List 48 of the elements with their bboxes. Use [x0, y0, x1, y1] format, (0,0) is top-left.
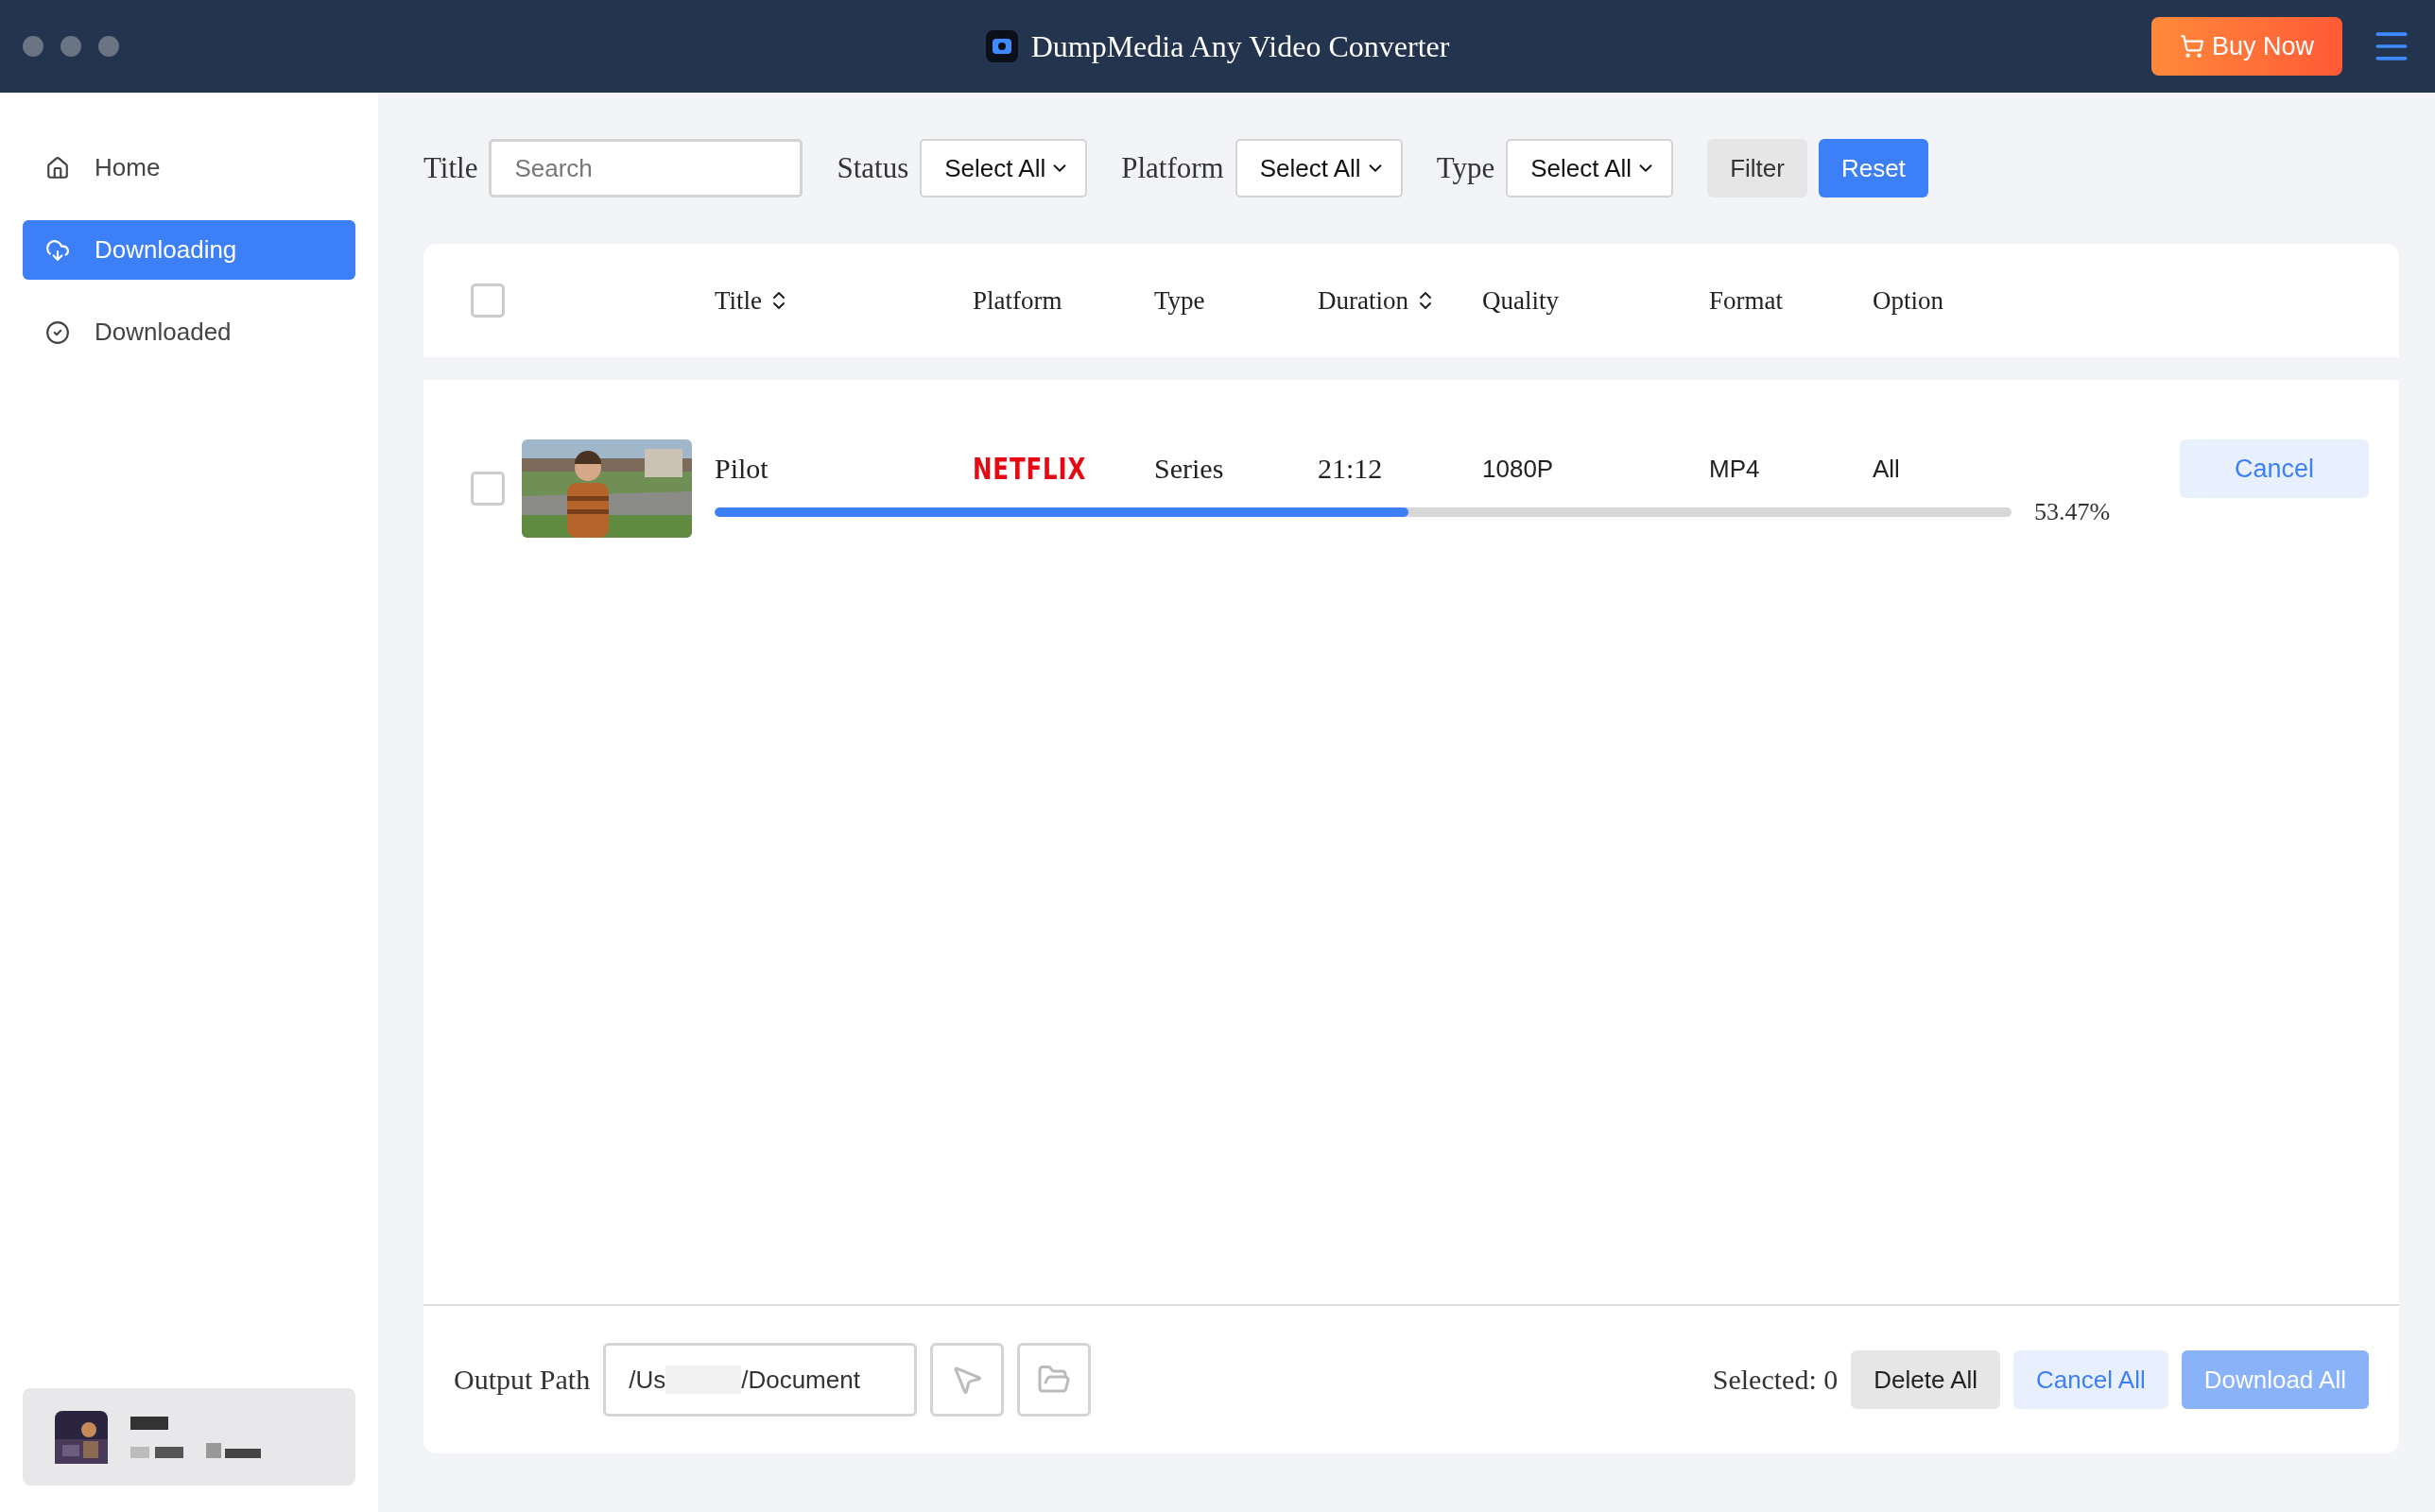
type-cell-text: Series: [1154, 453, 1225, 485]
filter-label: Status: [837, 151, 909, 185]
path-text: /Document: [741, 1365, 860, 1395]
filter-label: Type: [1436, 151, 1495, 185]
quality-cell-text: 1080P: [1482, 454, 1555, 484]
progress-percent: 53.47%: [2034, 498, 2111, 526]
column-header: Platform: [973, 285, 1062, 316]
selected-count: Selected: 0: [1712, 1364, 1839, 1396]
delete-all-button[interactable]: Delete All: [1851, 1350, 2001, 1409]
select-all-checkbox[interactable]: [471, 284, 505, 318]
window-title: DumpMedia Any Video Converter: [1030, 28, 1450, 64]
title-filter-label: Title: [423, 151, 478, 185]
pointer-icon-button[interactable]: [930, 1343, 1005, 1417]
path-text: /Us: [629, 1365, 666, 1395]
cart-icon: [2179, 34, 2204, 59]
window-control-icon[interactable]: [98, 36, 119, 57]
home-icon: [45, 155, 70, 180]
column-header[interactable]: Title: [715, 285, 763, 316]
window-control-icon[interactable]: [60, 36, 81, 57]
folder-icon-button[interactable]: [1017, 1343, 1092, 1417]
duration-cell-text: 21:12: [1318, 453, 1384, 485]
video-title: Pilot: [715, 453, 769, 485]
column-header: Option: [1873, 285, 1943, 316]
column-header[interactable]: Duration: [1318, 285, 1408, 316]
column-header: Format: [1709, 285, 1783, 316]
filter-button[interactable]: Filter: [1707, 139, 1807, 198]
check-circle-icon: [45, 319, 70, 345]
filter-dropdown[interactable]: Select All: [920, 139, 1088, 198]
column-header: Type: [1154, 285, 1205, 316]
output-path-field[interactable]: /Us /Document: [603, 1343, 918, 1417]
user-card[interactable]: [23, 1388, 355, 1486]
format-cell-text: MP4: [1709, 454, 1761, 484]
column-header: Quality: [1482, 285, 1559, 316]
platform-logo: NETFLIX: [973, 451, 1087, 487]
search-field[interactable]: Search: [489, 139, 803, 198]
filter-label: Platform: [1121, 151, 1224, 185]
sidebar-item[interactable]: Downloaded: [23, 302, 355, 362]
sidebar-item[interactable]: Home: [23, 138, 355, 198]
app-logo-icon: [985, 30, 1018, 62]
window-control-icon[interactable]: [23, 36, 43, 57]
filter-dropdown[interactable]: Select All: [1506, 139, 1674, 198]
sidebar-item[interactable]: Downloading: [23, 220, 355, 280]
reset-button[interactable]: Reset: [1818, 139, 1928, 198]
output-path-label: Output Path: [454, 1364, 591, 1396]
filter-dropdown[interactable]: Select All: [1235, 139, 1403, 198]
cloud-download-icon: [45, 237, 70, 263]
option-cell-text: All: [1873, 454, 1901, 484]
row-checkbox[interactable]: [471, 472, 505, 506]
